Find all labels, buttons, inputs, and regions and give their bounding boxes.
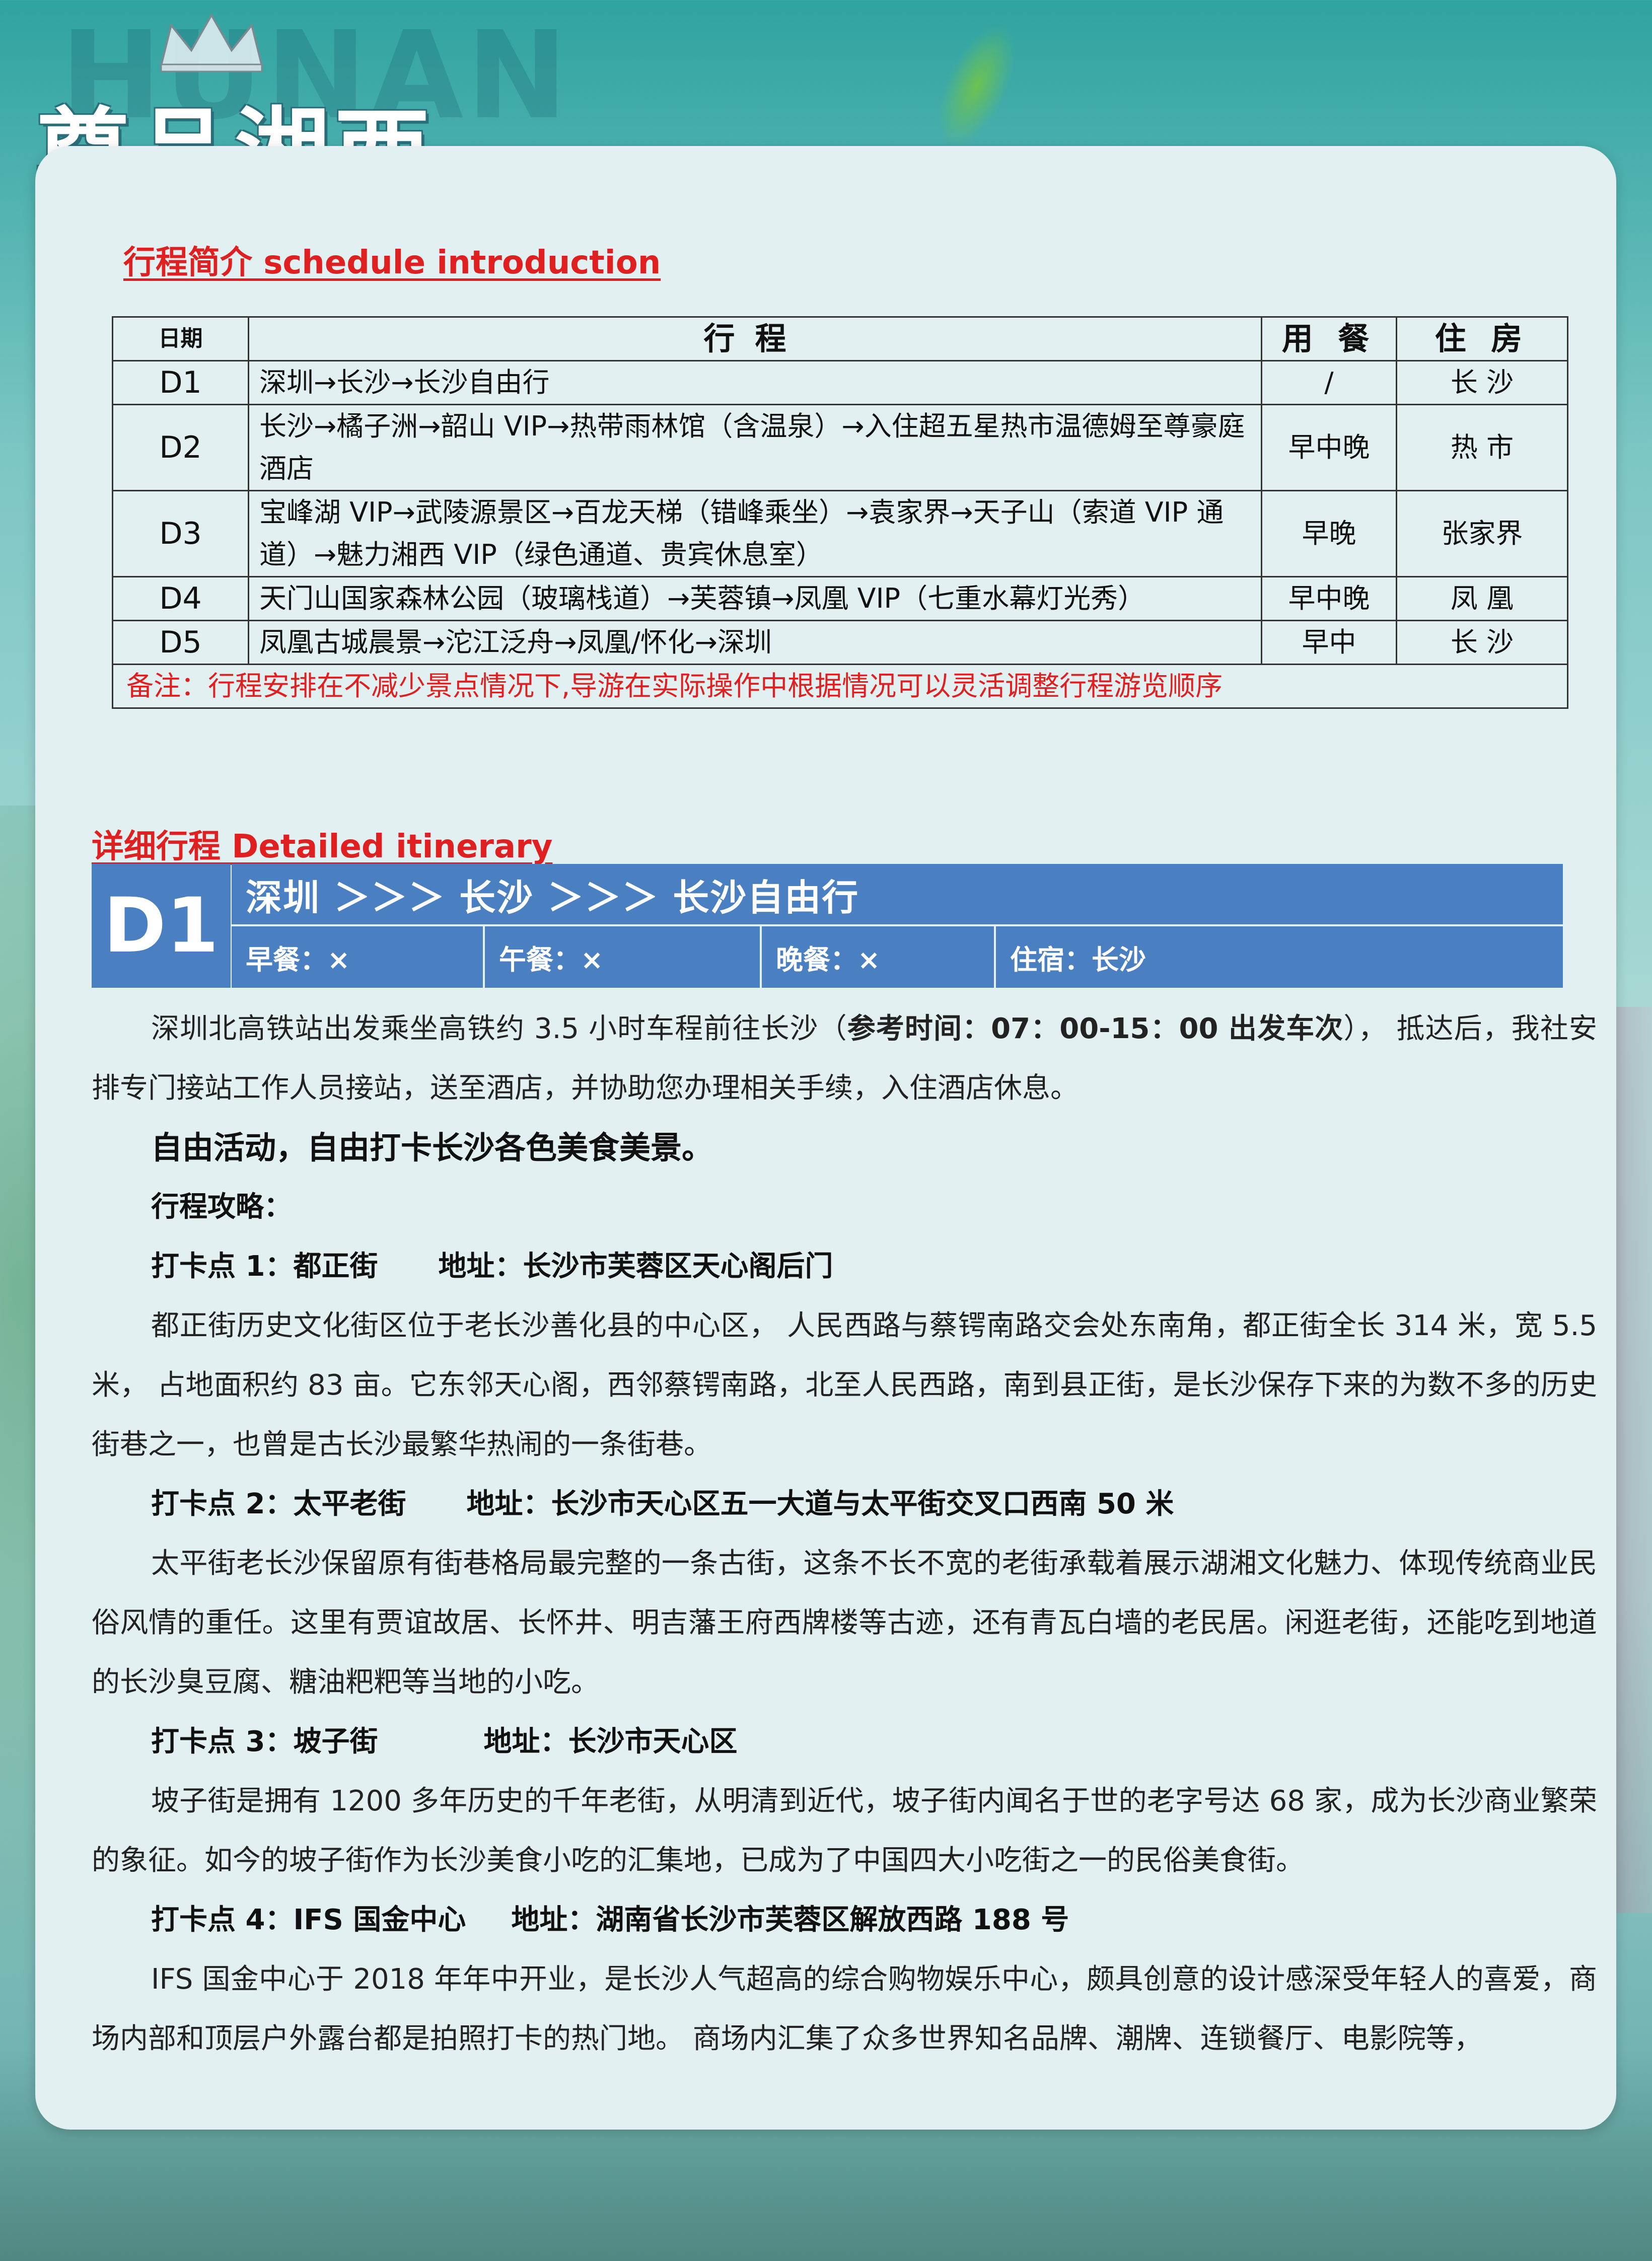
row-day: D2 — [112, 404, 249, 491]
header-day: 日期 — [112, 316, 249, 361]
day-meals-bar: 早餐：× 午餐：× 晚餐：× 住宿：长沙 — [232, 926, 1563, 988]
intro-text-a: 深圳北高铁站出发乘坐高铁约 3.5 小时车程前往长沙（ — [151, 1012, 847, 1045]
row-meal: / — [1261, 360, 1397, 405]
header-stay: 住 房 — [1396, 316, 1568, 361]
spot-address: 地址：长沙市芙蓉区天心阁后门 — [438, 1250, 833, 1283]
schedule-table: 日期 行程 用 餐 住 房 D1 深圳→长沙→长沙自由行 / 长 沙 D2 长沙… — [112, 316, 1568, 709]
row-route: 长沙→橘子洲→韶山 VIP→热带雨林馆（含温泉）→入住超五星热市温德姆至尊豪庭酒… — [248, 404, 1262, 491]
row-day: D4 — [112, 576, 249, 621]
guide-label: 行程攻略： — [151, 1191, 292, 1223]
row-stay: 凤 凰 — [1396, 576, 1568, 621]
day-route: 深圳 ＞＞＞ 长沙 ＞＞＞ 长沙自由行 — [232, 864, 1563, 924]
table-row: D2 长沙→橘子洲→韶山 VIP→热带雨林馆（含温泉）→入住超五星热市温德姆至尊… — [112, 404, 1568, 491]
day-label: D1 — [92, 864, 231, 988]
schedule-heading: 行程简介 schedule introduction — [123, 244, 661, 281]
row-stay: 张家界 — [1396, 490, 1568, 577]
intro-time: 参考时间：07：00-15：00 出发车次 — [847, 1012, 1344, 1045]
table-note-row: 备注：行程安排在不减少景点情况下,导游在实际操作中根据情况可以灵活调整行程游览顺… — [112, 664, 1568, 709]
table-row: D1 深圳→长沙→长沙自由行 / 长 沙 — [112, 360, 1568, 405]
spot-description: 太平街老长沙保留原有街巷格局最完整的一条古街，这条不长不宽的老街承载着展示湖湘文… — [92, 1547, 1597, 1699]
spot-name: 打卡点 2：太平老街 — [151, 1488, 406, 1520]
header-meal: 用 餐 — [1261, 316, 1397, 361]
breakfast-info: 早餐：× — [232, 926, 485, 988]
spot-description: IFS 国金中心于 2018 年年中开业，是长沙人气超高的综合购物娱乐中心，颇具… — [92, 1963, 1597, 2055]
intro-paragraph: 深圳北高铁站出发乘坐高铁约 3.5 小时车程前往长沙（参考时间：07：00-15… — [92, 999, 1597, 1118]
row-meal: 早中晚 — [1261, 576, 1397, 621]
row-route: 宝峰湖 VIP→武陵源景区→百龙天梯（错峰乘坐）→袁家界→天子山（索道 VIP … — [248, 490, 1262, 577]
row-meal: 早中晚 — [1261, 404, 1397, 491]
row-stay: 热 市 — [1396, 404, 1568, 491]
spot-title: 打卡点 1：都正街 地址：长沙市芙蓉区天心阁后门 — [92, 1237, 1597, 1296]
spot-description: 坡子街是拥有 1200 多年历史的千年老街，从明清到近代，坡子街内闻名于世的老字… — [92, 1785, 1597, 1877]
row-meal: 早晚 — [1261, 490, 1397, 577]
lodging-info: 住宿：长沙 — [996, 926, 1563, 988]
spot-address: 地址：长沙市天心区 — [483, 1725, 738, 1758]
table-header-row: 日期 行程 用 餐 住 房 — [112, 316, 1568, 361]
spot-title: 打卡点 3：坡子街 地址：长沙市天心区 — [92, 1712, 1597, 1772]
row-stay: 长 沙 — [1396, 360, 1568, 405]
lunch-info: 午餐：× — [485, 926, 762, 988]
dinner-info: 晚餐：× — [762, 926, 996, 988]
detail-heading: 详细行程 Detailed itinerary — [92, 828, 553, 865]
spot-name: 打卡点 4：IFS 国金中心 — [151, 1904, 466, 1936]
spot-name: 打卡点 1：都正街 — [151, 1250, 378, 1283]
spot-name: 打卡点 3：坡子街 — [151, 1725, 378, 1758]
spot-title: 打卡点 2：太平老街 地址：长沙市天心区五一大道与太平街交叉口西南 50 米 — [92, 1475, 1597, 1534]
row-day: D5 — [112, 620, 249, 665]
row-meal: 早中 — [1261, 620, 1397, 665]
row-day: D1 — [112, 360, 249, 405]
spot-description: 都正街历史文化街区位于老长沙善化县的中心区， 人民西路与蔡锷南路交会处东南角，都… — [92, 1309, 1597, 1461]
crown-icon — [160, 13, 263, 72]
table-row: D3 宝峰湖 VIP→武陵源景区→百龙天梯（错峰乘坐）→袁家界→天子山（索道 V… — [112, 490, 1568, 577]
header-route: 行程 — [248, 316, 1262, 361]
row-stay: 长 沙 — [1396, 620, 1568, 665]
free-activity: 自由活动，自由打卡长沙各色美食美景。 — [151, 1129, 713, 1166]
table-row: D5 凤凰古城晨景→沱江泛舟→凤凰/怀化→深圳 早中 长 沙 — [112, 620, 1568, 665]
row-route: 凤凰古城晨景→沱江泛舟→凤凰/怀化→深圳 — [248, 620, 1262, 665]
table-row: D4 天门山国家森林公园（玻璃栈道）→芙蓉镇→凤凰 VIP（七重水幕灯光秀） 早… — [112, 576, 1568, 621]
leaf-decoration — [921, 13, 1032, 158]
row-route: 天门山国家森林公园（玻璃栈道）→芙蓉镇→凤凰 VIP（七重水幕灯光秀） — [248, 576, 1262, 621]
itinerary-body: 深圳北高铁站出发乘坐高铁约 3.5 小时车程前往长沙（参考时间：07：00-15… — [92, 999, 1597, 2069]
spot-address: 地址：湖南省长沙市芙蓉区解放西路 188 号 — [511, 1904, 1069, 1936]
spot-address: 地址：长沙市天心区五一大道与太平街交叉口西南 50 米 — [466, 1488, 1174, 1520]
spot-title: 打卡点 4：IFS 国金中心 地址：湖南省长沙市芙蓉区解放西路 188 号 — [92, 1890, 1597, 1950]
row-day: D3 — [112, 490, 249, 577]
schedule-note: 备注：行程安排在不减少景点情况下,导游在实际操作中根据情况可以灵活调整行程游览顺… — [112, 664, 1568, 709]
row-route: 深圳→长沙→长沙自由行 — [248, 360, 1262, 405]
